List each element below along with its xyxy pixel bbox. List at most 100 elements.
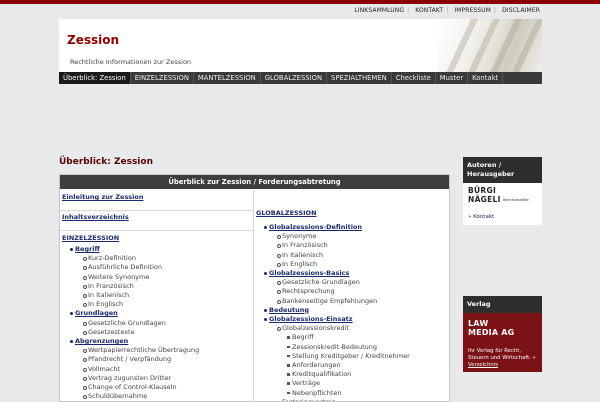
intro-link[interactable]: Einleitung zur Zession [62, 193, 144, 201]
einzel-item: Wertpapierrechtliche Übertragung [88, 346, 200, 355]
buergi-naegeli-logo[interactable]: BÜRGI NÄGELI Rechtsanwälte [468, 186, 536, 206]
bullet-icon [287, 391, 290, 395]
einzel-item[interactable]: Abgrenzungen [75, 337, 128, 345]
einzel-item: Ausführliche Definition [88, 263, 162, 272]
global-item[interactable]: Bedeutung [269, 306, 309, 314]
logo-tagline: Rechtsanwälte [503, 198, 529, 202]
einzelzession-link[interactable]: EINZELZESSION [62, 234, 119, 242]
bullet-icon [83, 275, 87, 280]
bullet-icon [83, 367, 87, 372]
einzel-item: Gesetzliche Grundlagen [88, 318, 166, 327]
nav-item-4[interactable]: SPEZIALTHEMEN [327, 72, 392, 84]
toc-link[interactable]: Inhaltsverzeichnis [62, 213, 129, 221]
bullet-icon [83, 321, 87, 326]
top-link-kontakt[interactable]: KONTAKT [415, 7, 443, 14]
site-header: Zession Rechtliche Informationen zur Zes… [59, 19, 542, 72]
site-title[interactable]: Zession [67, 33, 119, 47]
bullet-icon [83, 294, 87, 298]
einzel-item: In Englisch [88, 300, 124, 309]
bullet-icon [83, 386, 87, 390]
nav-item-1[interactable]: EINZELZESSION [131, 72, 194, 84]
nav-item-5[interactable]: Checkliste [392, 72, 436, 84]
bullet-icon [264, 318, 267, 321]
nav-item-3[interactable]: GLOBALZESSION [261, 72, 328, 84]
publisher-link[interactable]: Verzeichnis [468, 362, 498, 368]
cell-divider [60, 230, 253, 231]
publisher-logo-line-2: MEDIA AG [468, 328, 515, 337]
global-item: Zessionskredit-Bedeutung [292, 342, 378, 351]
top-link-linksammlung[interactable]: LINKSAMMLUNG [354, 7, 404, 14]
bullet-icon [287, 354, 290, 358]
global-item: Synonyme [282, 232, 317, 241]
global-item: In Französisch [282, 241, 328, 250]
bullet-icon [70, 312, 73, 316]
bullet-icon [277, 299, 281, 304]
bullet-icon [287, 336, 290, 339]
publisher-heading: Verlag [463, 296, 542, 313]
bullet-icon [83, 330, 87, 335]
law-media-logo[interactable]: LAW MEDIA AG [468, 319, 514, 337]
bullet-icon [83, 284, 87, 289]
authors-contact-link[interactable]: Kontakt [473, 214, 494, 220]
global-item: Nebenpflichten [292, 388, 342, 397]
bullet-icon [83, 358, 87, 363]
logo-line-2: NÄGELI [468, 195, 501, 204]
einzel-item[interactable]: Begriff [75, 245, 100, 253]
top-links: LINKSAMMLUNG | KONTAKT | IMPRESSUM | DISCLA… [350, 7, 540, 14]
right-column: GLOBALZESSION Globalzessions-Definition S… [254, 190, 449, 401]
overview-box: Überblick zur Zession / Forderungsabtret… [59, 174, 450, 402]
global-item: Rechtsprechung [282, 287, 335, 296]
bullet-icon [83, 266, 87, 271]
bullet-icon [83, 303, 87, 308]
site-subtitle: Rechtliche Informationen zur Zession [70, 58, 192, 66]
global-item[interactable]: Globalzessions-Basics [269, 269, 349, 277]
bullet-icon [264, 272, 267, 275]
nav-item-2[interactable]: MANTELZESSION [194, 72, 261, 84]
left-column: Einleitung zur Zession Inhaltsverzeichni… [60, 190, 254, 401]
einzel-item[interactable]: Grundlagen [75, 309, 118, 317]
top-link-disclaimer[interactable]: DISCLAIMER [502, 7, 540, 14]
publisher-logo-line-1: LAW [468, 319, 489, 328]
logo-line-1: BÜRGI [468, 186, 497, 195]
bullet-icon [287, 345, 290, 349]
bullet-icon [83, 376, 87, 381]
bullet-icon [277, 253, 281, 258]
global-item: Verträge [292, 379, 320, 388]
top-accent-bar [0, 0, 600, 4]
nav-item-7[interactable]: Kontakt [468, 72, 504, 84]
top-link-separator: | [493, 7, 497, 14]
bullet-icon [287, 364, 290, 367]
top-link-impressum[interactable]: IMPRESSUM [454, 7, 491, 14]
bullet-icon [83, 395, 87, 400]
nav-item-6[interactable]: Muster [436, 72, 469, 84]
global-item: Gesetzliche Grundlagen [282, 278, 360, 287]
einzel-item: Change of Control-Klauseln [88, 383, 177, 391]
cell-divider [60, 210, 253, 211]
einzel-item: Pfandrecht / Verpfändung [88, 355, 172, 364]
bullet-icon [70, 340, 73, 343]
einzel-item: Vertrag zugunsten Dritter [88, 373, 172, 382]
bullet-icon [277, 281, 281, 286]
globalzession-link[interactable]: GLOBALZESSION [256, 209, 317, 217]
global-item: In Englisch [282, 259, 318, 268]
einzel-item: Kurz-Definition [88, 254, 136, 263]
einzel-item: Weitere Synonyme [88, 272, 150, 281]
bullet-icon [277, 290, 281, 295]
authors-panel: Autoren / Herausgeber BÜRGI NÄGELI Recht… [463, 157, 542, 225]
bullet-icon [70, 248, 73, 251]
global-item[interactable]: Globalzessions-Definition [269, 223, 362, 231]
global-item[interactable]: Globalzessions-Einsatz [269, 315, 353, 323]
global-item: Begriff [292, 333, 314, 342]
bullet-icon [277, 262, 281, 267]
einzel-item: Schuldübernahme [88, 392, 148, 401]
global-item: Globalzessionskredit [282, 324, 349, 333]
bullet-icon [264, 308, 267, 312]
global-item: Anforderungen [292, 361, 341, 369]
publisher-panel: Verlag LAW MEDIA AG Ihr Verlag für Recht… [463, 296, 542, 372]
bullet-icon [287, 373, 290, 376]
einzel-item: Gesetzestexte [88, 327, 135, 336]
einzel-item: In Französisch [88, 281, 134, 290]
bullet-icon [277, 235, 281, 240]
nav-item-0[interactable]: Überblick: Zession [59, 72, 131, 84]
overview-box-title: Überblick zur Zession / Forderungsabtret… [60, 175, 449, 189]
